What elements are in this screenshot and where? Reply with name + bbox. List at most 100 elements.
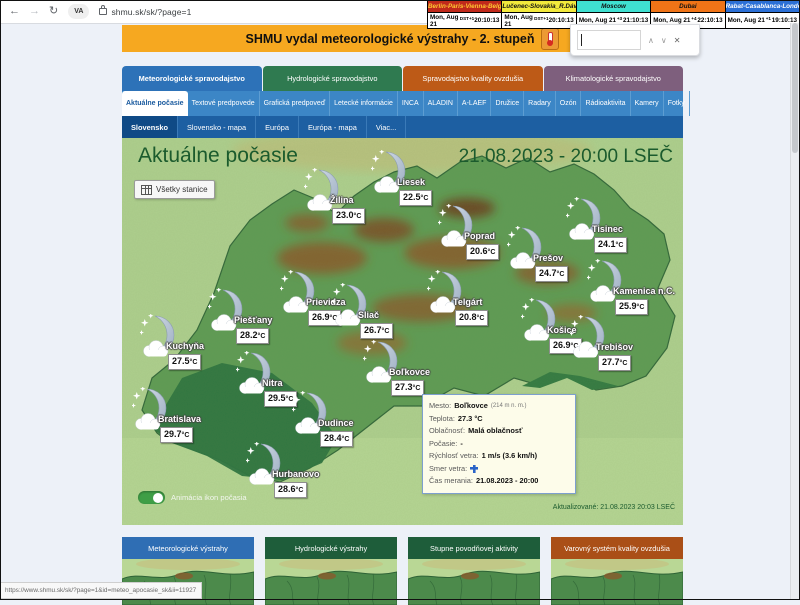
find-previous-icon[interactable]: ∧ [648,36,654,45]
secondary-nav-tab[interactable]: Aktuálne počasie [122,91,188,116]
station-name: Hurbanovo [272,469,320,479]
clock-date: Mon, Aug 21 [504,13,533,28]
tertiary-nav-tab[interactable]: Slovensko - mapa [178,116,257,138]
clock-city-label: Moscow [576,1,651,13]
popup-label: Počasie: [429,438,458,448]
primary-nav-tab[interactable]: Hydrologické spravodajstvo [262,66,402,91]
station-name: Telgárt [453,297,483,307]
site-logo-badge[interactable]: VA [68,4,90,19]
footer-panel-minimap[interactable] [265,559,397,605]
temp-unit: °C [619,360,628,367]
footer-panel-title[interactable]: Meteorologické výstrahy [122,537,254,559]
footer-panel[interactable]: Hydrologické výstrahy [265,537,397,605]
tertiary-nav-tab[interactable]: Európa [256,116,299,138]
status-url: https://www.shmu.sk/sk/?page=1&id=meteo_… [5,587,197,594]
footer-panel-title[interactable]: Varovný systém kvality ovzdušia [551,537,683,559]
secondary-nav-tab[interactable]: Radary [524,91,556,116]
clock-city-label: Dubai [651,1,725,13]
footer-panel-minimap[interactable] [551,559,683,605]
lock-icon[interactable] [99,5,108,15]
find-input[interactable] [577,30,641,50]
weather-station[interactable]: Boľkovce 27.3°C [363,340,443,400]
weather-station[interactable]: Bratislava 29.7°C [132,387,212,447]
secondary-nav-tab[interactable]: Družice [491,91,525,116]
station-temperature: 26.7°C [360,323,394,339]
refresh-icon[interactable]: ↻ [49,6,58,17]
clock-utc-offset: +1 [765,16,771,21]
page-title: Aktuálne počasie [138,144,298,167]
secondary-nav-tab[interactable]: Textové predpovede [188,91,260,116]
vertical-scrollbar[interactable] [790,23,799,599]
station-name: Liesek [397,177,426,187]
popup-extra: (214 m n. m.) [490,403,527,409]
weather-station[interactable]: Liesek 22.5°C [371,150,451,210]
station-name: Kuchyňa [166,341,205,351]
footer-panel-title[interactable]: Hydrologické výstrahy [265,537,397,559]
footer-panel-minimap[interactable] [408,559,540,605]
station-name: Boľkovce [389,367,430,377]
primary-nav-tab[interactable]: Spravodajstvo kvality ovzdušia [403,66,543,91]
map-datetime: 21.08.2023 - 20:00 LSEČ [458,146,673,167]
all-stations-button[interactable]: Všetky stanice [134,180,215,199]
station-name: Prešov [533,253,564,263]
wind-direction-icon [470,464,479,473]
address-bar-url[interactable]: shmu.sk/sk/?page=1 [111,7,191,17]
animation-toggle[interactable] [138,491,165,504]
weather-station[interactable]: Piešťany 28.2°C [208,288,288,348]
popup-row: Mesto: Boľkovce (214 m n. m.) [429,400,569,413]
secondary-nav-tab[interactable]: INCA [398,91,424,116]
station-temperature: 24.7°C [535,266,569,282]
primary-nav-tab[interactable]: Klimatologické spravodajstvo [543,66,683,91]
scrollbar-thumb[interactable] [792,23,798,153]
secondary-nav-tab[interactable]: ALADIN [424,91,458,116]
station-temperature: 27.3°C [391,380,425,396]
clock-utc-offset: +3 [616,16,623,21]
tertiary-nav-tab[interactable]: Viac... [367,116,407,138]
temp-unit: °C [257,333,266,340]
secondary-nav-tab[interactable]: Letecké informácie [330,91,398,116]
clock-date: Mon, Aug 21 [430,13,459,28]
temp-unit: °C [181,432,190,439]
weather-map[interactable]: Aktuálne počasie 21.08.2023 - 20:00 LSEČ… [122,138,683,525]
tertiary-nav-tab[interactable]: Slovensko [122,116,178,138]
weather-station[interactable]: Tisinec 24.1°C [566,197,646,257]
weather-station[interactable]: Telgárt 20.8°C [427,270,507,330]
secondary-nav-tab[interactable]: Rádioaktivita [581,91,631,116]
footer-panel[interactable]: Stupne povodňovej aktivity [408,537,540,605]
secondary-nav-tab[interactable]: Kamery [631,91,664,116]
station-name: Bratislava [158,414,202,424]
footer-panel[interactable]: Varovný systém kvality ovzdušia [551,537,683,605]
weather-station[interactable]: Sliač 26.7°C [332,283,412,343]
weather-station[interactable]: Trebišov 27.7°C [570,315,650,375]
clock-time: 20:10:13 [548,17,574,24]
back-icon[interactable]: ← [9,6,20,17]
primary-nav-tab[interactable]: Meteorologické spravodajstvo [122,66,262,91]
weather-station[interactable]: Kuchyňa 27.5°C [140,314,220,374]
warning-text: SHMU vydal meteorologické výstrahy - 2. … [245,31,535,46]
secondary-nav-tab[interactable]: Ozón [556,91,582,116]
find-next-icon[interactable]: ∨ [661,36,667,45]
clock-city-label: Berlin-Paris-Vienna-Belgrade [428,1,502,13]
popup-value: - [460,438,463,448]
weather-station[interactable]: Hurbanovo 28.6°C [246,442,326,502]
clock-date: Mon, Aug 21 [578,17,617,24]
temp-unit: °C [420,195,429,202]
secondary-nav-tab[interactable]: Grafická predpoveď [260,91,331,116]
station-name: Sliač [358,310,380,320]
minimap-image [408,559,540,605]
weather-station[interactable]: Poprad 20.6°C [438,204,518,264]
secondary-nav-tab[interactable]: A-LAEF [458,91,492,116]
forward-icon[interactable]: → [29,6,40,17]
tertiary-nav-tab[interactable]: Európa - mapa [299,116,367,138]
popup-label: Teplota: [429,413,455,423]
close-icon[interactable]: ✕ [674,36,681,45]
secondary-nav-tab[interactable]: Fotky [664,91,690,116]
clock-date: Mon, Aug 21 [653,17,691,24]
footer-panels: Meteorologické výstrahy Hydrologické výst… [122,537,683,605]
text-caret [581,34,582,46]
secondary-nav: Aktuálne počasie Textové predpovede Grafic… [122,91,690,116]
footer-panel-title[interactable]: Stupne povodňovej aktivity [408,537,540,559]
primary-nav: Meteorologické spravodajstvo Hydrologické… [122,66,683,91]
popup-value: Malá oblačnosť [468,426,523,435]
temp-unit: °C [381,328,390,335]
